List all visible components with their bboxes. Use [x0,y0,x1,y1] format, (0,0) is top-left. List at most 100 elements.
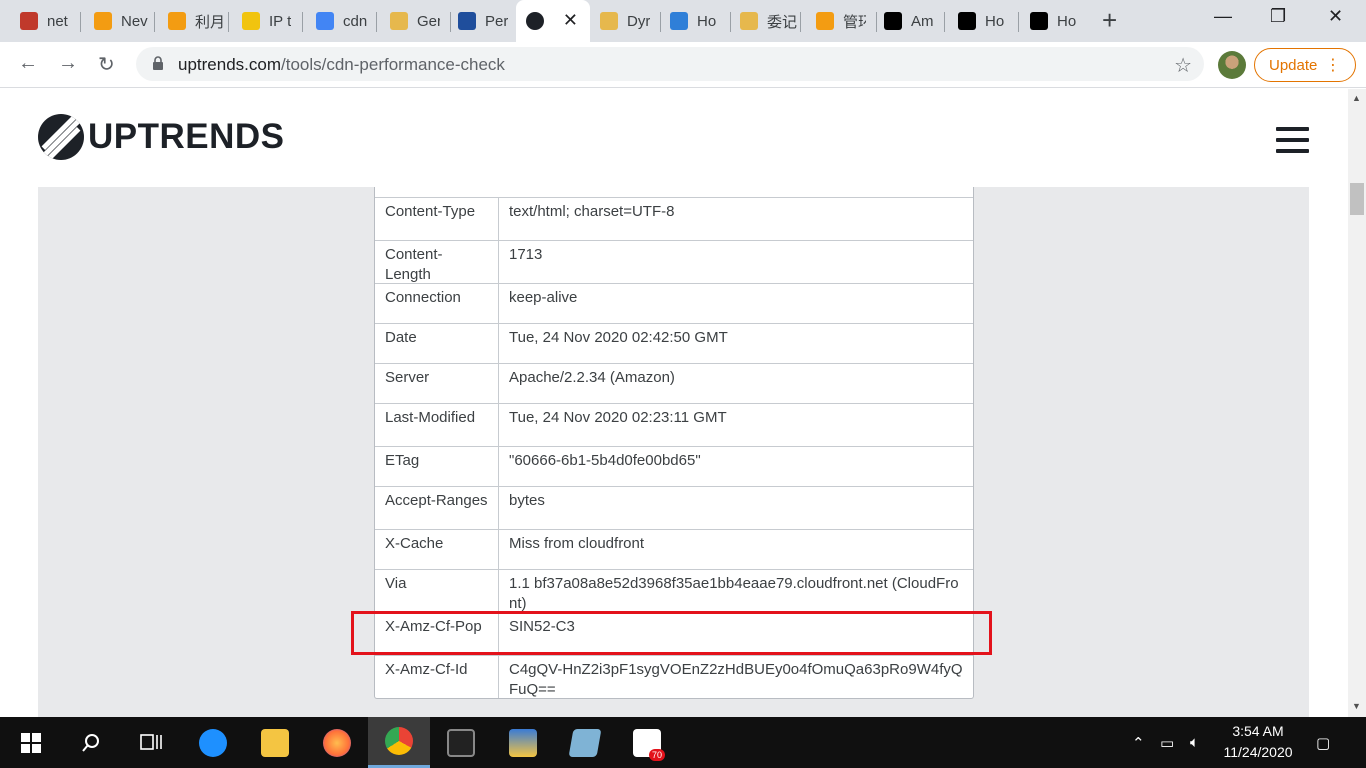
reload-icon[interactable]: ↻ [98,52,115,77]
system-clock[interactable]: 3:54 AM 11/24/2020 [1212,721,1304,763]
windows-icon [21,732,41,753]
header-value-cell: Tue, 24 Nov 2020 02:42:50 GMT [509,329,728,346]
browser-tab[interactable]: Ger [380,5,440,37]
browser-tab[interactable]: Ho [1020,5,1086,37]
browser-tab[interactable]: IP t [232,5,298,37]
uptrends-icon [526,12,544,30]
medium-icon [884,12,902,30]
browser-tab[interactable]: 利月 [158,5,224,37]
tab-title: Nev [121,12,148,30]
browser-tab[interactable]: net [10,5,76,37]
taskbar-firefox[interactable] [306,717,368,768]
restore-icon[interactable]: ❐ [1270,6,1286,27]
medium-icon [1030,12,1048,30]
tab-title: Dyr [627,12,651,30]
tab-strip: net Nev 利月 IP t cdn Ger Per ✕ Dyr Ho 委记 管环 Am Ho Ho + … [0,0,1366,42]
browser-tab[interactable]: cdn [306,5,372,37]
taskbar-chrome[interactable] [368,717,430,768]
header-value-cell: bytes [509,492,545,509]
uptrends-logo[interactable]: UPTRENDS [38,114,285,160]
header-value-cell: keep-alive [509,289,578,306]
profile-avatar[interactable] [1218,51,1246,79]
header-name-cell: Content-Length [375,241,499,283]
header-name-cell: Last-Modified [375,404,499,446]
browser-tab[interactable]: Nev [84,5,150,37]
tab-separator [154,12,155,32]
terminal-icon [447,728,475,757]
box-icon [94,12,112,30]
minimize-icon[interactable]: — [1214,6,1232,27]
page-scrollbar[interactable]: ▲ ▼ [1348,89,1366,717]
header-value-cell: C4gQV-HnZ2i3pF1sygVOEnZ2zHdBUEy0o4fOmuQa… [509,661,963,698]
browser-tab[interactable]: Per [448,5,508,37]
table-row: X-Cache Miss from cloudfront [375,529,973,569]
table-row: Via 1.1 bf37a08a8e52d3968f35ae1bb4eaae79.… [375,569,973,612]
tab-title: Ger [417,12,440,30]
taskbar-notes[interactable] [554,717,616,768]
browser-toolbar: ← → ↻ uptrends.com/tools/cdn-performance… [0,42,1366,88]
header-name-cell: X-Cache [375,530,499,569]
task-view-button[interactable] [120,717,182,768]
page-content: UPTRENDS Content-Type text/html; charset=… [0,89,1348,717]
url-text[interactable]: uptrends.com/tools/cdn-performance-check [178,55,505,75]
close-tab-icon[interactable]: ✕ [563,10,578,31]
header-value-cell: "60666-6b1-5b4d0fe00bd65" [509,452,701,469]
browser-tab[interactable]: 委记 [730,5,798,37]
browser-tab[interactable]: Dyr [590,5,652,37]
url-path: /tools/cdn-performance-check [281,55,505,74]
search-button[interactable] [60,717,122,768]
table-row: Connection keep-alive [375,283,973,323]
browser-tab[interactable]: Am [874,5,940,37]
hamburger-menu-icon[interactable] [1276,127,1309,160]
more-menu-icon: ⋮ [1325,57,1341,74]
search-icon [82,733,99,752]
taskbar-ie[interactable] [182,717,244,768]
address-bar[interactable]: uptrends.com/tools/cdn-performance-check… [136,47,1204,81]
network-status-icon[interactable]: ▭ [1160,717,1174,768]
box-icon [168,12,186,30]
firefox-icon [323,728,351,757]
taskbar-file-explorer[interactable] [244,717,306,768]
taskbar-terminal[interactable] [430,717,492,768]
notification-icon[interactable]: ▢ [1316,717,1330,768]
badge-count: 70 [648,748,665,761]
browser-tab[interactable]: 管环 [806,5,866,37]
taskbar-app[interactable]: 70 [616,717,678,768]
google-icon [316,12,334,30]
browser-tab[interactable]: ✕ [516,0,590,42]
new-tab-button[interactable]: + [1102,7,1117,33]
header-name-cell: Server [375,364,499,403]
cube-icon [600,12,618,30]
medium-icon [958,12,976,30]
notes-icon [568,728,602,757]
scroll-thumb[interactable] [1350,183,1364,215]
browser-tab[interactable]: Ho [660,5,722,37]
header-name-cell: Content-Type [375,198,499,240]
taskbar-network[interactable] [492,717,554,768]
clock-date: 11/24/2020 [1223,744,1293,760]
back-icon[interactable]: ← [18,52,38,75]
close-window-icon[interactable]: ✕ [1328,6,1343,27]
windows-taskbar: 70 ⌃ ▭ 🔈︎ 3:54 AM 11/24/2020 ▢ [0,717,1366,768]
diamond-icon [670,12,688,30]
chevron-up-icon[interactable]: ⌃ [1132,717,1145,768]
browser-tab[interactable]: Ho [948,5,1012,37]
scroll-up-icon[interactable]: ▲ [1352,93,1361,103]
volume-icon[interactable]: 🔈︎ [1190,717,1199,768]
v-icon [242,12,260,30]
update-button[interactable]: Update ⋮ [1254,48,1356,82]
scroll-down-icon[interactable]: ▼ [1352,701,1361,711]
tab-separator [228,12,229,32]
bookmark-star-icon[interactable]: ☆ [1174,53,1192,78]
cube-icon [740,12,758,30]
table-row: ETag "60666-6b1-5b4d0fe00bd65" [375,446,973,486]
url-domain: uptrends.com [178,55,281,74]
tab-separator [944,12,945,32]
tab-separator [1018,12,1019,32]
start-button[interactable] [0,717,62,768]
tab-separator [800,12,801,32]
task-view-icon [140,733,162,750]
forward-icon[interactable]: → [58,52,78,75]
header-name-cell: Date [375,324,499,363]
header-value-cell: Tue, 24 Nov 2020 02:23:11 GMT [509,409,727,426]
